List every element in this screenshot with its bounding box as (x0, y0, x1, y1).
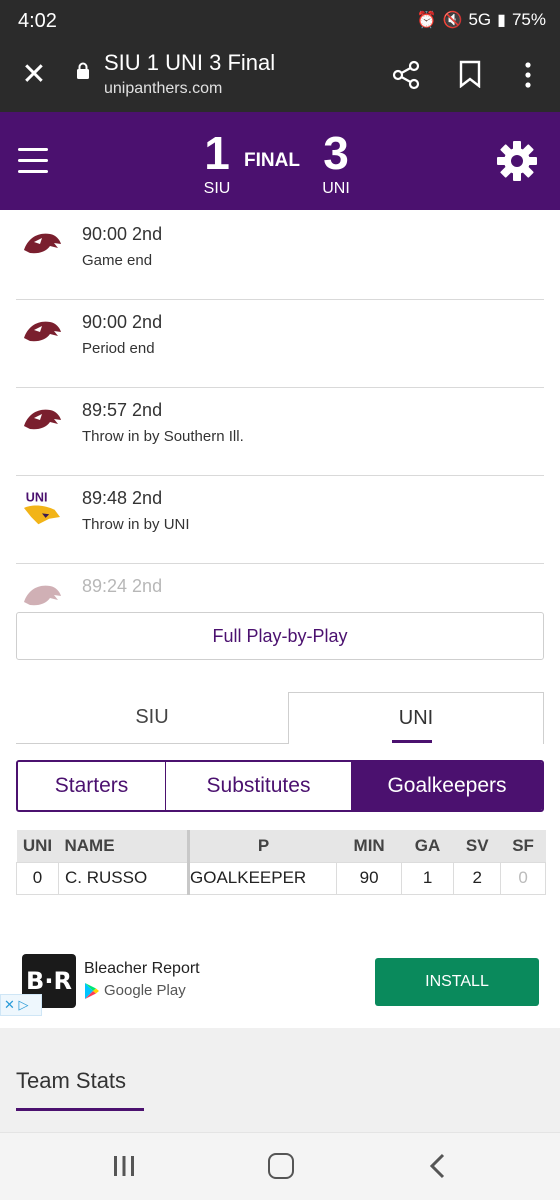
ad-store-label: Google Play (104, 982, 186, 999)
team-stats-underline (16, 1108, 144, 1111)
status-time: 4:02 (18, 10, 57, 32)
cell-ga: 1 (400, 861, 455, 895)
home-icon[interactable] (268, 1153, 294, 1179)
share-icon[interactable] (392, 60, 420, 90)
status-icons: ⏰ 🔇 5G ▮ 75% (417, 10, 546, 30)
ad-banner[interactable]: B·R Bleacher Report Google Play INSTALL … (0, 948, 560, 1020)
full-play-by-play-button[interactable]: Full Play-by-Play (16, 612, 544, 660)
uni-panther-logo-icon: UNI (24, 491, 60, 525)
page-domain: unipanthers.com (104, 80, 223, 97)
pbp-time: 89:57 2nd (82, 400, 163, 420)
team-stats-section: Team Stats (0, 1028, 560, 1132)
col-header-minutes[interactable]: MIN (336, 830, 402, 862)
tab-siu[interactable]: SIU (16, 692, 288, 744)
cell-position: GOALKEEPER (187, 861, 338, 895)
status-bar: 4:02 ⏰ 🔇 5G ▮ 75% (0, 0, 560, 42)
hamburger-menu-icon[interactable] (18, 148, 48, 174)
home-score-block: 1 SIU (200, 130, 234, 198)
home-team-abbr: SIU (203, 180, 231, 197)
pbp-time: 90:00 2nd (82, 224, 163, 244)
cell-sf: 0 (500, 861, 546, 895)
back-icon[interactable] (428, 1153, 448, 1179)
siu-saluki-logo-icon (24, 321, 61, 342)
col-header-sf[interactable]: SF (500, 830, 546, 862)
col-header-ga[interactable]: GA (401, 830, 454, 862)
gear-icon[interactable] (496, 140, 538, 182)
cell-name[interactable]: C. RUSSO (58, 861, 190, 895)
lock-icon (77, 62, 89, 79)
pbp-description: Throw in by Southern Ill. (82, 428, 244, 445)
alarm-icon: ⏰ (416, 12, 437, 29)
browser-toolbar: ✕ SIU 1 UNI 3 Final unipanthers.com (0, 42, 560, 112)
pbp-description: Period end (82, 340, 155, 357)
mute-icon: 🔇 (442, 12, 463, 29)
pbp-time: 89:24 2nd (82, 576, 163, 596)
bookmark-icon[interactable] (458, 60, 482, 88)
table-row: 0 C. RUSSO GOALKEEPER 90 1 2 0 (16, 861, 546, 895)
pbp-description: Game end (82, 252, 153, 269)
recent-apps-icon[interactable] (112, 1155, 136, 1177)
away-team-abbr: UNI (322, 180, 350, 197)
network-label: 5G (468, 10, 492, 29)
col-header-position[interactable]: P (188, 830, 337, 862)
pbp-item: 89:24 2nd (16, 564, 544, 606)
battery-label: 75% (511, 10, 546, 29)
active-tab-indicator (392, 740, 432, 743)
ad-title: Bleacher Report (84, 960, 200, 977)
system-nav-bar (0, 1132, 560, 1200)
col-header-sv[interactable]: SV (453, 830, 501, 862)
pbp-time: 90:00 2nd (82, 312, 163, 332)
team-stats-title[interactable]: Team Stats (16, 1068, 126, 1094)
close-icon[interactable]: ✕ (20, 58, 48, 92)
pbp-description: Throw in by UNI (82, 516, 190, 533)
pbp-item: 89:57 2nd Throw in by Southern Ill. (16, 388, 544, 476)
table-header-row: UNI NAME P MIN GA SV SF (16, 830, 546, 862)
more-vert-icon[interactable] (520, 60, 536, 90)
adchoices-icon[interactable]: ✕ ▷ (0, 994, 42, 1016)
cell-number: 0 (16, 861, 59, 895)
score-header: 1 SIU FINAL 3 UNI (0, 112, 560, 210)
pbp-time: 89:48 2nd (82, 488, 163, 508)
siu-saluki-logo-icon (24, 233, 61, 254)
away-score: 3 (323, 127, 349, 179)
siu-saluki-logo-icon (24, 409, 61, 430)
game-status: FINAL (244, 150, 300, 171)
segment-goalkeepers[interactable]: Goalkeepers (352, 762, 542, 810)
signal-icon: ▮ (497, 12, 506, 29)
install-button[interactable]: INSTALL (375, 958, 539, 1006)
tab-uni[interactable]: UNI (288, 692, 544, 744)
play-by-play-list: 90:00 2nd Game end 90:00 2nd Period end … (16, 212, 544, 606)
away-score-block: 3 UNI (316, 130, 356, 198)
goalkeeper-stats-table: UNI NAME P MIN GA SV SF 0 C. RUSSO GOALK… (16, 830, 546, 895)
pbp-item: UNI 89:48 2nd Throw in by UNI (16, 476, 544, 564)
roster-segmented-control: Starters Substitutes Goalkeepers (16, 760, 544, 812)
svg-text:UNI: UNI (26, 491, 48, 505)
pbp-item: 90:00 2nd Period end (16, 300, 544, 388)
segment-starters[interactable]: Starters (18, 762, 166, 810)
col-header-name[interactable]: NAME (58, 830, 190, 862)
page-title: SIU 1 UNI 3 Final (104, 50, 276, 75)
siu-saluki-logo-icon (24, 585, 61, 606)
home-score: 1 (204, 127, 230, 179)
cell-minutes: 90 (336, 861, 402, 895)
col-header-number[interactable]: UNI (16, 830, 59, 862)
team-tabs: SIU UNI (16, 692, 544, 744)
segment-substitutes[interactable]: Substitutes (166, 762, 352, 810)
pbp-item: 90:00 2nd Game end (16, 212, 544, 300)
cell-sv: 2 (453, 861, 502, 895)
google-play-icon (85, 983, 99, 999)
